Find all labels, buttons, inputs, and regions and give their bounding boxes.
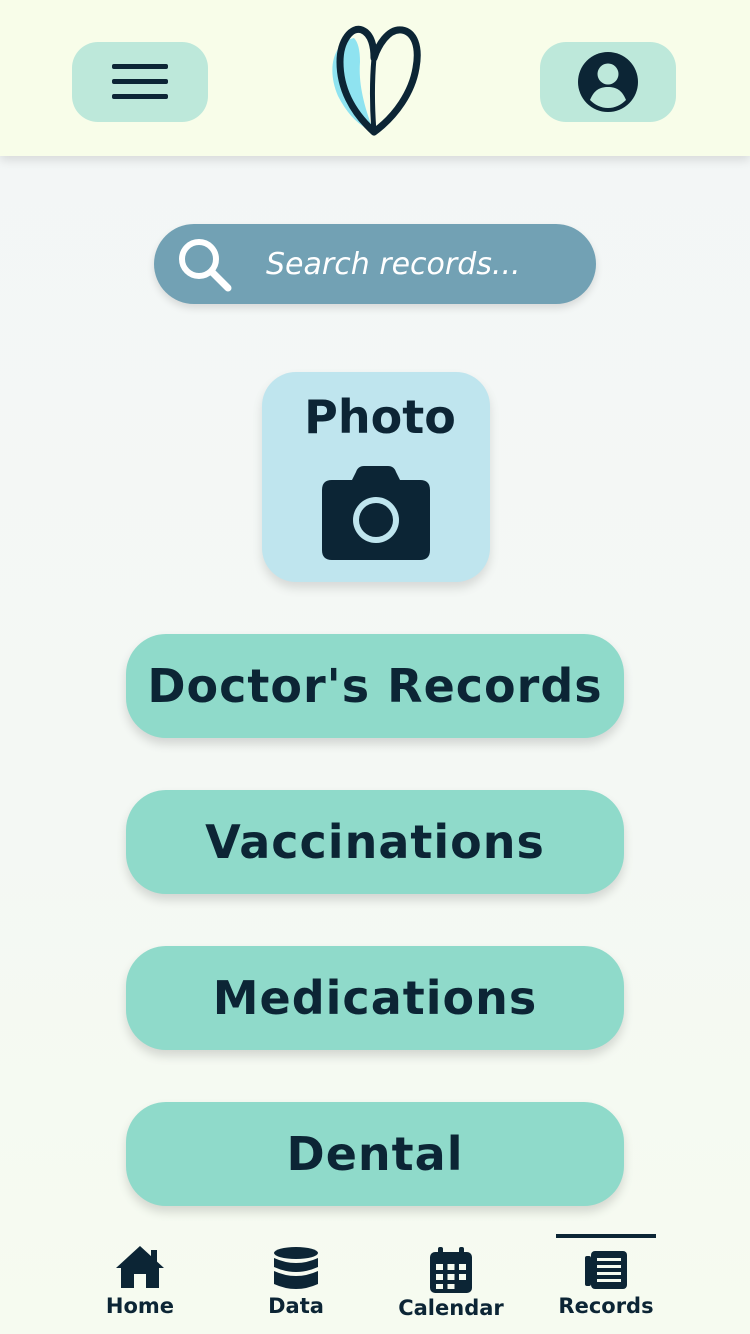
doctors-records-button[interactable]: Doctor's Records [126,634,624,738]
active-tab-indicator [556,1234,656,1238]
home-icon [116,1246,164,1288]
medications-button[interactable]: Medications [126,946,624,1050]
nav-calendar[interactable]: Calendar [390,1230,512,1334]
nav-home-label: Home [105,1294,175,1318]
hamburger-menu-icon [112,64,168,99]
menu-button[interactable] [72,42,208,122]
photo-button[interactable]: Photo [262,372,490,582]
nav-calendar-label: Calendar [398,1296,504,1320]
records-icon [585,1251,627,1289]
profile-button[interactable] [540,42,676,122]
vaccinations-label: Vaccinations [205,815,545,869]
photo-label: Photo [304,390,456,444]
nav-records-label: Records [558,1294,654,1318]
nav-home[interactable]: Home [90,1230,190,1334]
doctors-records-label: Doctor's Records [147,659,603,713]
medications-label: Medications [212,971,538,1025]
heart-leaf-logo [332,25,421,136]
camera-icon [322,466,430,560]
dental-button[interactable]: Dental [126,1102,624,1206]
bottom-navigation: Home Data Calendar Records [0,1230,750,1334]
nav-data[interactable]: Data [246,1230,346,1334]
vaccinations-button[interactable]: Vaccinations [126,790,624,894]
user-account-icon [578,52,638,112]
search-input[interactable] [266,238,576,290]
top-bar [0,0,750,156]
search-bar[interactable] [154,224,596,304]
dental-label: Dental [286,1127,464,1181]
nav-records[interactable]: Records [556,1230,656,1334]
nav-data-label: Data [268,1294,324,1318]
search-icon [179,239,232,292]
calendar-icon [430,1247,472,1293]
database-icon [274,1247,318,1289]
